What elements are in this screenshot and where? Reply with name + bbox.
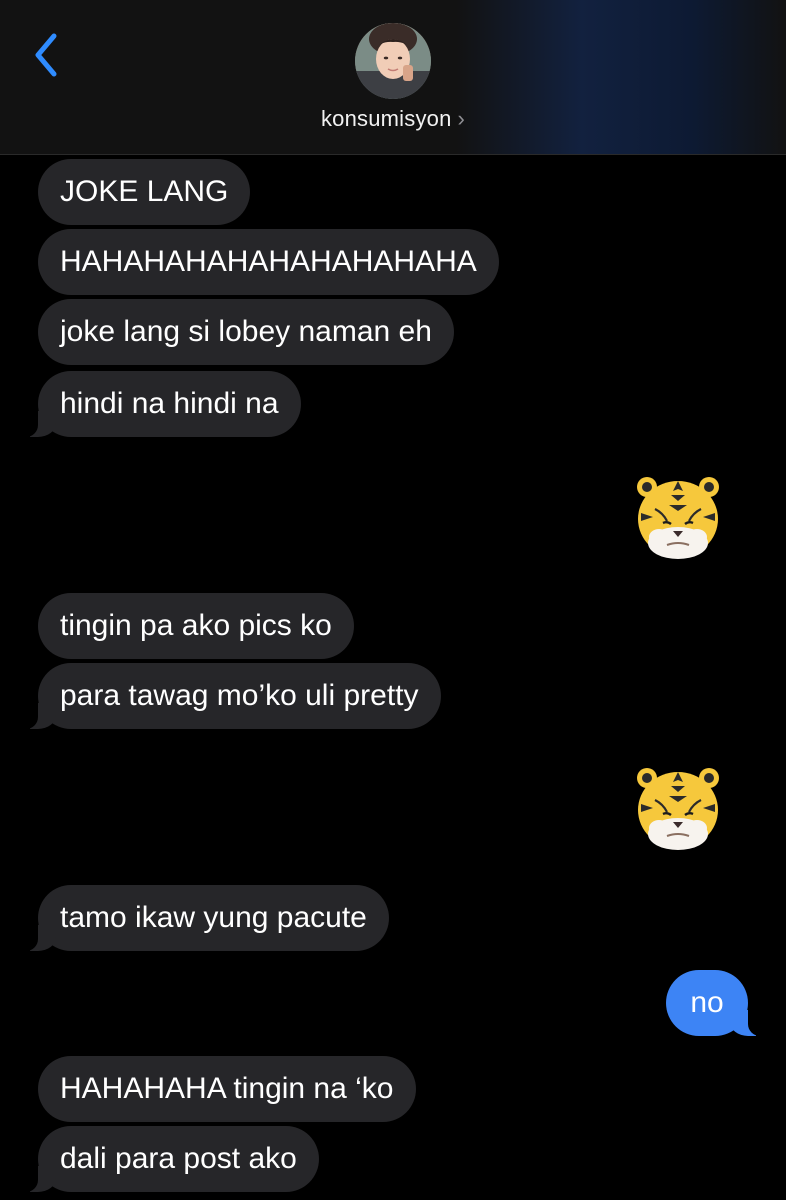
contact-name: konsumisyon bbox=[320, 106, 452, 131]
message-bubble-sent[interactable]: no bbox=[666, 970, 768, 1036]
message-bubble-received[interactable]: tingin pa ako pics ko bbox=[38, 593, 354, 659]
message-text: joke lang si lobey naman eh bbox=[60, 315, 432, 348]
chevron-left-icon bbox=[35, 33, 57, 77]
chevron-right-icon: › bbox=[457, 106, 466, 131]
tiger-memoji-icon bbox=[637, 477, 719, 559]
message-text: JOKE LANG bbox=[60, 175, 229, 208]
message-bubble-received[interactable]: joke lang si lobey naman eh bbox=[38, 299, 454, 365]
message-text: tamo ikaw yung pacute bbox=[60, 901, 367, 934]
back-button[interactable] bbox=[30, 30, 64, 80]
contact-avatar[interactable] bbox=[355, 23, 431, 99]
message-text: HAHAHAHAHAHAHAHAHAHA bbox=[60, 245, 477, 278]
message-text: tingin pa ako pics ko bbox=[60, 609, 332, 642]
message-bubble-received[interactable]: JOKE LANG bbox=[38, 159, 251, 225]
message-bubble-received[interactable]: dali para post ako bbox=[18, 1126, 319, 1192]
message-text: HAHAHAHA tingin na ‘ko bbox=[60, 1072, 394, 1105]
message-bubble-received[interactable]: hindi na hindi na bbox=[18, 371, 301, 437]
message-bubble-received[interactable]: HAHAHAHA tingin na ‘ko bbox=[38, 1056, 416, 1122]
tiger-memoji-sticker[interactable] bbox=[633, 764, 723, 854]
avatar-photo bbox=[355, 23, 431, 99]
message-text: hindi na hindi na bbox=[60, 387, 279, 420]
message-text: no bbox=[690, 986, 724, 1019]
tiger-memoji-icon bbox=[637, 768, 719, 850]
message-bubble-received[interactable]: HAHAHAHAHAHAHAHAHAHA bbox=[38, 229, 499, 295]
tiger-memoji-sticker[interactable] bbox=[633, 473, 723, 563]
message-text: dali para post ako bbox=[60, 1142, 297, 1175]
contact-name-button[interactable]: konsumisyon › bbox=[0, 106, 786, 132]
message-text: para tawag mo’ko uli pretty bbox=[60, 679, 419, 712]
message-bubble-received[interactable]: tamo ikaw yung pacute bbox=[18, 885, 389, 951]
message-bubble-received[interactable]: para tawag mo’ko uli pretty bbox=[18, 663, 441, 729]
conversation-header: konsumisyon › bbox=[0, 0, 786, 155]
